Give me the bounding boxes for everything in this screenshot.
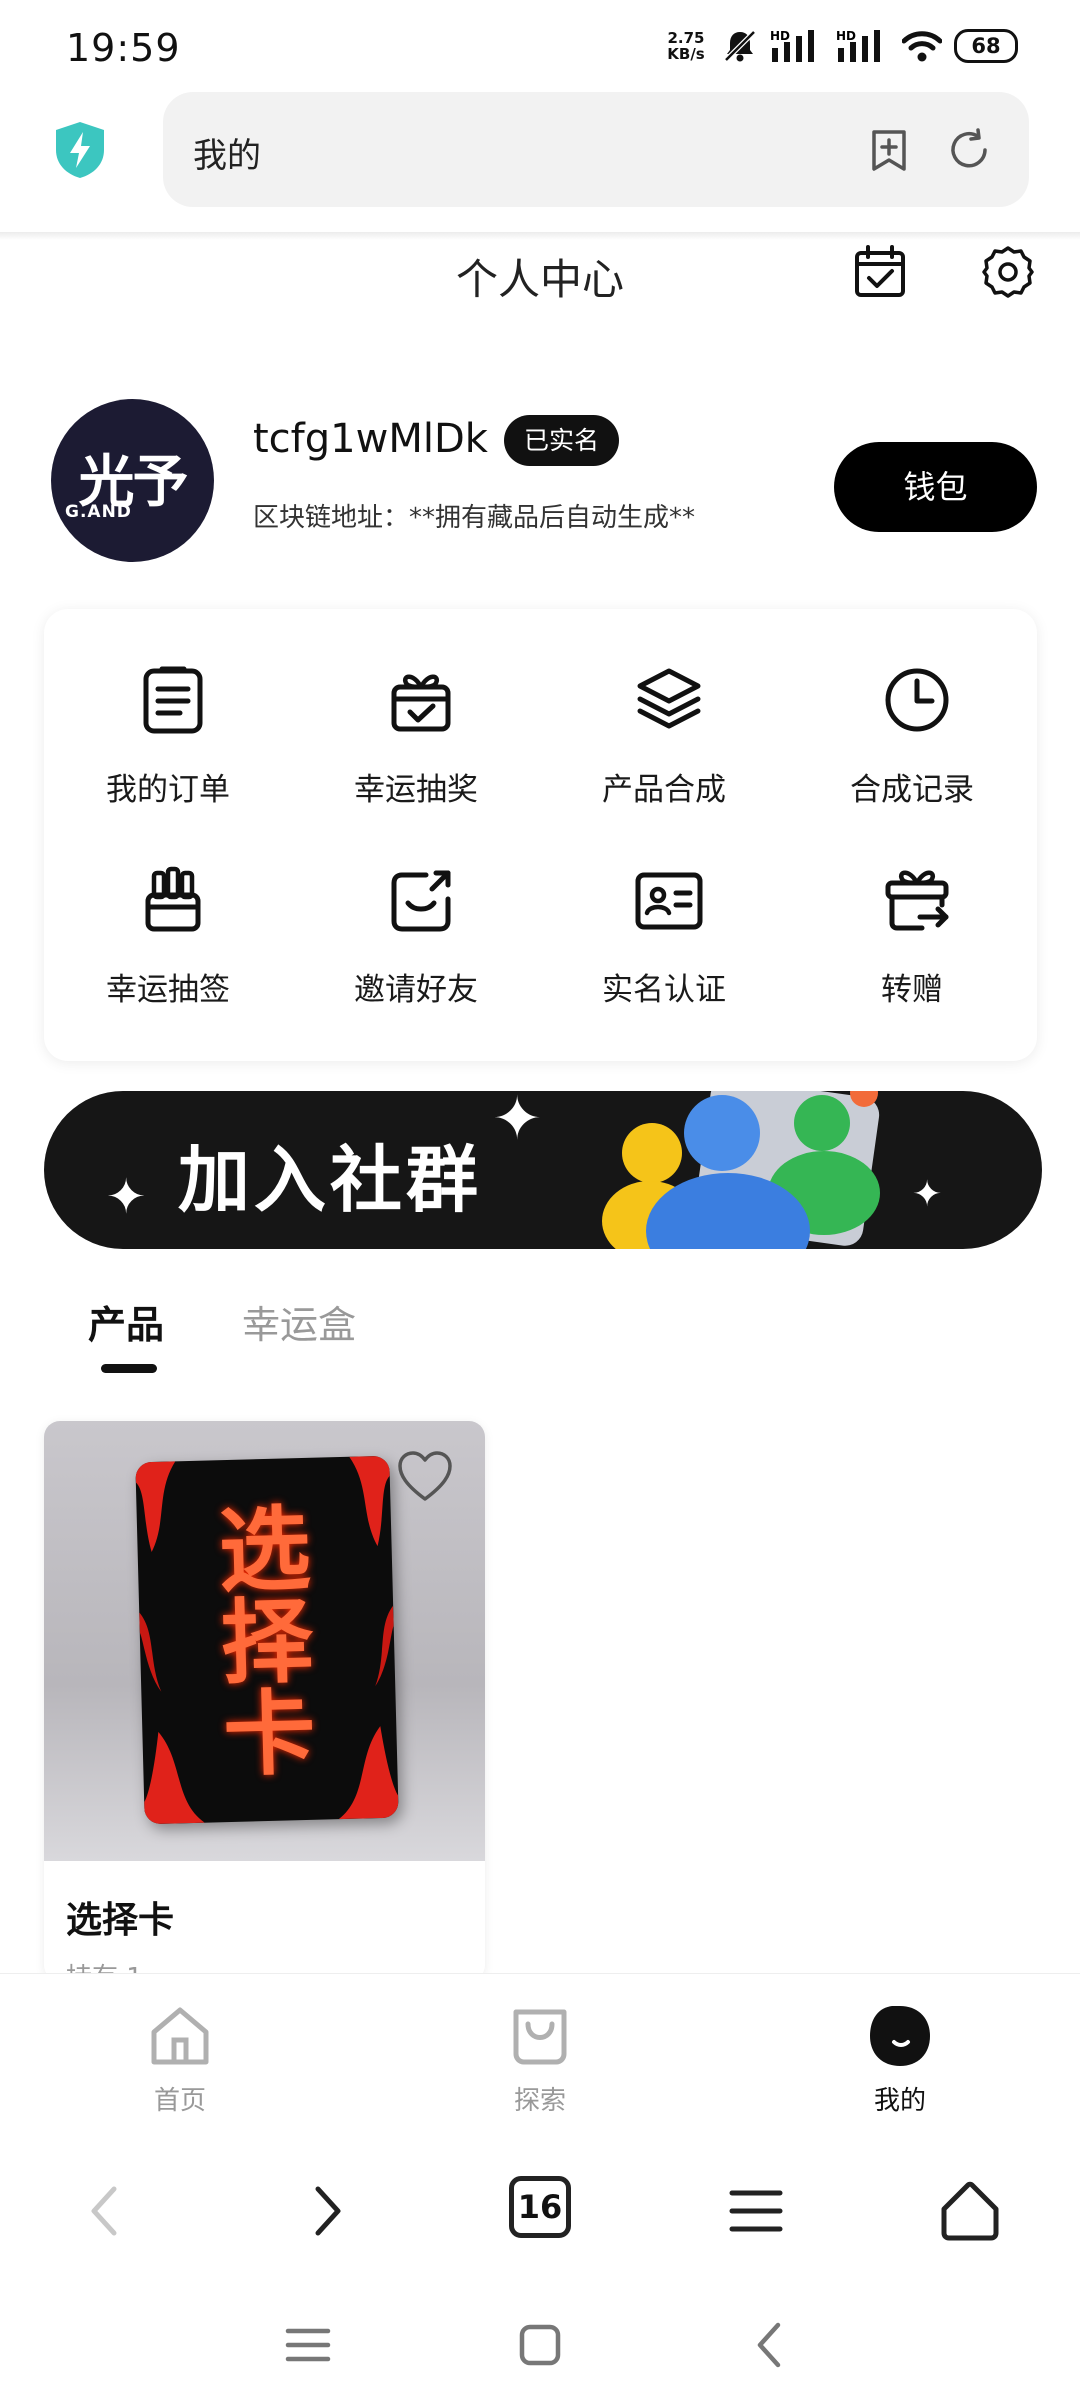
clock-icon	[885, 668, 949, 732]
nav-label: 我的	[873, 2086, 926, 2116]
menu-item-lucky-draw[interactable]: 幸运抽奖	[292, 609, 540, 808]
blockchain-address: 区块链地址：**拥有藏品后自动生成**	[253, 503, 696, 533]
url-text[interactable]: 我的	[193, 128, 261, 177]
gift-box-icon	[391, 674, 451, 732]
tab-lucky-box[interactable]: 幸运盒	[242, 1294, 356, 1349]
net-speed-unit: KB/s	[667, 45, 705, 63]
recent-apps-icon[interactable]	[282, 2319, 334, 2371]
browser-home-icon[interactable]	[938, 2179, 1002, 2243]
status-time: 19:59	[66, 26, 181, 70]
gift-transfer-icon	[885, 870, 949, 931]
browser-toolbar: 16	[0, 2123, 1080, 2293]
settings-gear-icon[interactable]	[980, 244, 1036, 300]
order-list-icon	[143, 666, 203, 734]
community-group-icon	[602, 1091, 880, 1249]
nav-explore[interactable]: 探索	[460, 2004, 620, 2117]
menu-label: 合成记录	[850, 772, 974, 808]
menu-item-my-orders[interactable]: 我的订单	[44, 609, 292, 808]
product-card-title: 选择卡	[217, 1495, 317, 1790]
system-home-icon[interactable]	[514, 2319, 566, 2371]
tab-active-indicator	[101, 1364, 157, 1373]
menu-label: 幸运抽奖	[354, 772, 478, 808]
svg-text:HD: HD	[836, 29, 856, 43]
menu-label: 邀请好友	[354, 972, 478, 1008]
fortune-sticks-icon	[145, 866, 201, 932]
tab-count-button[interactable]: 16	[509, 2176, 571, 2238]
avatar-logo-subtext: G.AND	[65, 502, 132, 522]
hd-signal-icon: HD	[770, 29, 814, 62]
net-speed: 2.75 KB/s	[662, 30, 710, 62]
menu-item-invite-friends[interactable]: 邀请好友	[292, 809, 540, 1008]
hd-signal-icon: HD	[836, 29, 880, 62]
forward-arrow-icon[interactable]	[292, 2179, 356, 2243]
menu-item-real-name-auth[interactable]: 实名认证	[540, 809, 788, 1008]
svg-text:HD: HD	[770, 29, 790, 43]
id-card-icon	[635, 872, 703, 930]
menu-label: 转赠	[881, 972, 943, 1008]
menu-item-transfer-gift[interactable]: 转赠	[788, 809, 1036, 1008]
status-bar: 19:59 2.75 KB/s HD HD 68	[0, 0, 1080, 92]
profile-face-icon	[870, 2006, 930, 2066]
layers-icon	[637, 668, 701, 729]
menu-label: 我的订单	[106, 772, 230, 808]
wallet-button[interactable]: 钱包	[834, 442, 1037, 532]
back-arrow-icon[interactable]	[76, 2179, 140, 2243]
sparkle-icon: ✦	[492, 1091, 543, 1154]
add-bookmark-icon[interactable]	[865, 126, 913, 174]
home-icon	[151, 2007, 209, 2065]
battery-icon: 68	[954, 29, 1018, 63]
product-name: 选择卡	[66, 1900, 175, 1941]
bell-muted-icon	[724, 30, 756, 62]
username: tcfg1wMlDk	[253, 416, 488, 462]
header-divider	[0, 232, 1080, 240]
verified-badge: 已实名	[504, 415, 620, 466]
url-bar[interactable]: 我的	[163, 92, 1029, 207]
product-card-art: 选择卡	[135, 1455, 399, 1825]
avatar[interactable]: 光予 G.AND	[51, 399, 214, 562]
menu-label: 幸运抽签	[106, 972, 230, 1008]
nav-home[interactable]: 首页	[100, 2004, 260, 2117]
page-title: 个人中心	[455, 255, 624, 304]
status-icons: 2.75 KB/s HD HD 68	[662, 28, 1018, 64]
menu-hamburger-icon[interactable]	[724, 2179, 788, 2243]
join-community-banner[interactable]: 加入社群 ✦ ✦ ✦	[44, 1091, 1042, 1249]
shopping-bag-icon	[513, 2009, 567, 2065]
system-nav-bar	[0, 2293, 1080, 2400]
function-menu-card: 我的订单 幸运抽奖 产品合成 合成记录 幸运抽签 邀请好友 实名认证 转赠	[44, 609, 1037, 1061]
calendar-check-icon[interactable]	[852, 244, 908, 300]
banner-text: 加入社群	[178, 1138, 483, 1222]
browser-url-row: 我的	[0, 92, 1080, 234]
app-bottom-nav: 首页 探索 我的	[0, 1973, 1080, 2123]
menu-label: 产品合成	[602, 772, 726, 808]
tab-products[interactable]: 产品	[88, 1294, 164, 1349]
product-card[interactable]: 选择卡 选择卡 持有 1	[44, 1421, 485, 1981]
nav-label: 探索	[513, 2086, 566, 2116]
menu-item-lucky-sticks[interactable]: 幸运抽签	[44, 809, 292, 1008]
wifi-icon	[902, 31, 942, 62]
net-speed-value: 2.75	[667, 29, 705, 47]
menu-item-synthesis-records[interactable]: 合成记录	[788, 609, 1036, 808]
shield-bolt-icon[interactable]	[52, 120, 108, 180]
nav-label: 首页	[153, 2086, 206, 2116]
reload-icon[interactable]	[945, 126, 993, 174]
nav-mine[interactable]: 我的	[820, 2004, 980, 2117]
menu-item-product-synthesis[interactable]: 产品合成	[540, 609, 788, 808]
system-back-icon[interactable]	[746, 2319, 798, 2371]
sparkle-icon: ✦	[106, 1169, 147, 1225]
favorite-heart-icon[interactable]	[396, 1449, 454, 1503]
menu-label: 实名认证	[602, 972, 726, 1008]
invite-share-icon	[391, 870, 451, 932]
product-image: 选择卡	[44, 1421, 485, 1861]
